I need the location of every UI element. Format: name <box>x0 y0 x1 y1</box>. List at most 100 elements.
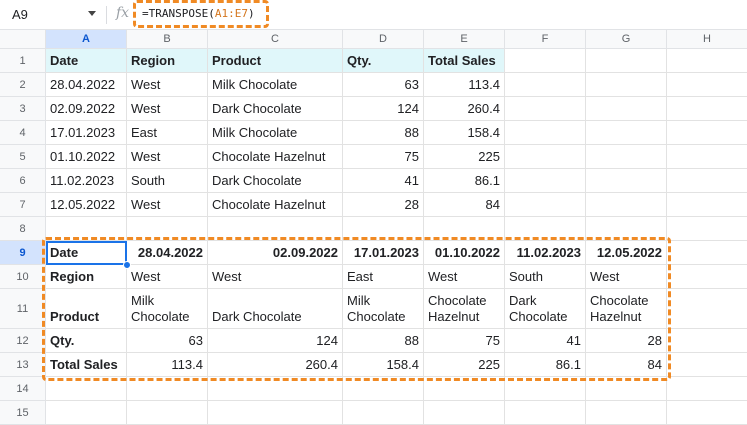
source-data-cell[interactable]: West <box>127 193 208 217</box>
cell[interactable] <box>505 217 586 241</box>
transposed-value-cell[interactable]: Chocolate Hazelnut <box>424 289 505 329</box>
cell[interactable] <box>586 193 667 217</box>
source-data-cell[interactable]: Chocolate Hazelnut <box>208 145 343 169</box>
cell[interactable] <box>586 145 667 169</box>
cell[interactable] <box>46 377 127 401</box>
row-header-8[interactable]: 8 <box>0 217 46 241</box>
row-header-3[interactable]: 3 <box>0 97 46 121</box>
transposed-value-cell[interactable]: 260.4 <box>208 353 343 377</box>
cell[interactable] <box>127 401 208 425</box>
cell[interactable] <box>667 97 747 121</box>
cell[interactable] <box>505 377 586 401</box>
transposed-value-cell[interactable]: 75 <box>424 329 505 353</box>
source-data-cell[interactable]: 86.1 <box>424 169 505 193</box>
cell[interactable] <box>127 377 208 401</box>
cell[interactable] <box>208 401 343 425</box>
transposed-value-cell[interactable]: West <box>208 265 343 289</box>
source-data-cell[interactable]: 84 <box>424 193 505 217</box>
cell[interactable] <box>505 73 586 97</box>
name-box-dropdown-icon[interactable] <box>88 11 96 16</box>
row-header-11[interactable]: 11 <box>0 289 46 329</box>
cell[interactable] <box>667 377 747 401</box>
cell[interactable] <box>667 241 747 265</box>
cell[interactable] <box>586 73 667 97</box>
cell[interactable] <box>586 121 667 145</box>
cell[interactable] <box>46 401 127 425</box>
cell[interactable] <box>667 145 747 169</box>
transposed-label-cell[interactable]: Product <box>46 289 127 329</box>
cell[interactable] <box>667 353 747 377</box>
source-data-cell[interactable]: West <box>127 97 208 121</box>
transposed-value-cell[interactable]: 41 <box>505 329 586 353</box>
row-header-5[interactable]: 5 <box>0 145 46 169</box>
source-header-cell[interactable]: Date <box>46 49 127 73</box>
column-header-d[interactable]: D <box>343 30 424 49</box>
fill-handle[interactable] <box>123 261 131 269</box>
transposed-value-cell[interactable]: 12.05.2022 <box>586 241 667 265</box>
cell[interactable] <box>505 401 586 425</box>
source-data-cell[interactable]: Milk Chocolate <box>208 121 343 145</box>
cell[interactable] <box>586 377 667 401</box>
row-header-10[interactable]: 10 <box>0 265 46 289</box>
transposed-value-cell[interactable]: 225 <box>424 353 505 377</box>
source-data-cell[interactable]: Milk Chocolate <box>208 73 343 97</box>
cell[interactable] <box>505 193 586 217</box>
cell[interactable] <box>586 97 667 121</box>
source-data-cell[interactable]: 225 <box>424 145 505 169</box>
row-header-6[interactable]: 6 <box>0 169 46 193</box>
column-header-c[interactable]: C <box>208 30 343 49</box>
transposed-value-cell[interactable]: Milk Chocolate <box>127 289 208 329</box>
transposed-value-cell[interactable]: 86.1 <box>505 353 586 377</box>
source-data-cell[interactable]: 113.4 <box>424 73 505 97</box>
cell[interactable] <box>586 169 667 193</box>
transposed-value-cell[interactable]: Chocolate Hazelnut <box>586 289 667 329</box>
transposed-value-cell[interactable]: South <box>505 265 586 289</box>
transposed-value-cell[interactable]: Dark Chocolate <box>505 289 586 329</box>
cell[interactable] <box>667 401 747 425</box>
source-data-cell[interactable]: East <box>127 121 208 145</box>
source-header-cell[interactable]: Total Sales <box>424 49 505 73</box>
transposed-value-cell[interactable]: 11.02.2023 <box>505 241 586 265</box>
row-header-12[interactable]: 12 <box>0 329 46 353</box>
transposed-value-cell[interactable]: 124 <box>208 329 343 353</box>
column-header-f[interactable]: F <box>505 30 586 49</box>
transposed-label-cell[interactable]: Region <box>46 265 127 289</box>
cell[interactable] <box>586 217 667 241</box>
cell[interactable] <box>424 377 505 401</box>
cell[interactable] <box>127 217 208 241</box>
cell[interactable] <box>667 265 747 289</box>
source-data-cell[interactable]: 01.10.2022 <box>46 145 127 169</box>
source-data-cell[interactable]: 02.09.2022 <box>46 97 127 121</box>
cell[interactable] <box>586 49 667 73</box>
transposed-value-cell[interactable]: 28.04.2022 <box>127 241 208 265</box>
source-data-cell[interactable]: 124 <box>343 97 424 121</box>
cell[interactable] <box>343 217 424 241</box>
transposed-value-cell[interactable]: 28 <box>586 329 667 353</box>
source-data-cell[interactable]: 12.05.2022 <box>46 193 127 217</box>
source-header-cell[interactable]: Qty. <box>343 49 424 73</box>
transposed-value-cell[interactable]: Dark Chocolate <box>208 289 343 329</box>
source-data-cell[interactable]: 75 <box>343 145 424 169</box>
cell[interactable] <box>667 49 747 73</box>
name-box[interactable]: A9 <box>12 7 28 22</box>
column-header-h[interactable]: H <box>667 30 747 49</box>
source-data-cell[interactable]: West <box>127 73 208 97</box>
transposed-label-cell[interactable]: Qty. <box>46 329 127 353</box>
cell[interactable] <box>424 217 505 241</box>
column-header-e[interactable]: E <box>424 30 505 49</box>
cell[interactable] <box>505 49 586 73</box>
row-header-7[interactable]: 7 <box>0 193 46 217</box>
cell[interactable] <box>667 217 747 241</box>
source-data-cell[interactable]: 88 <box>343 121 424 145</box>
transposed-value-cell[interactable]: East <box>343 265 424 289</box>
source-data-cell[interactable]: 28.04.2022 <box>46 73 127 97</box>
source-data-cell[interactable]: South <box>127 169 208 193</box>
row-header-15[interactable]: 15 <box>0 401 46 425</box>
source-data-cell[interactable]: Dark Chocolate <box>208 97 343 121</box>
row-header-2[interactable]: 2 <box>0 73 46 97</box>
select-all-corner[interactable] <box>0 30 46 49</box>
source-data-cell[interactable]: 28 <box>343 193 424 217</box>
source-header-cell[interactable]: Product <box>208 49 343 73</box>
transposed-value-cell[interactable]: West <box>127 265 208 289</box>
cell[interactable] <box>667 289 747 329</box>
